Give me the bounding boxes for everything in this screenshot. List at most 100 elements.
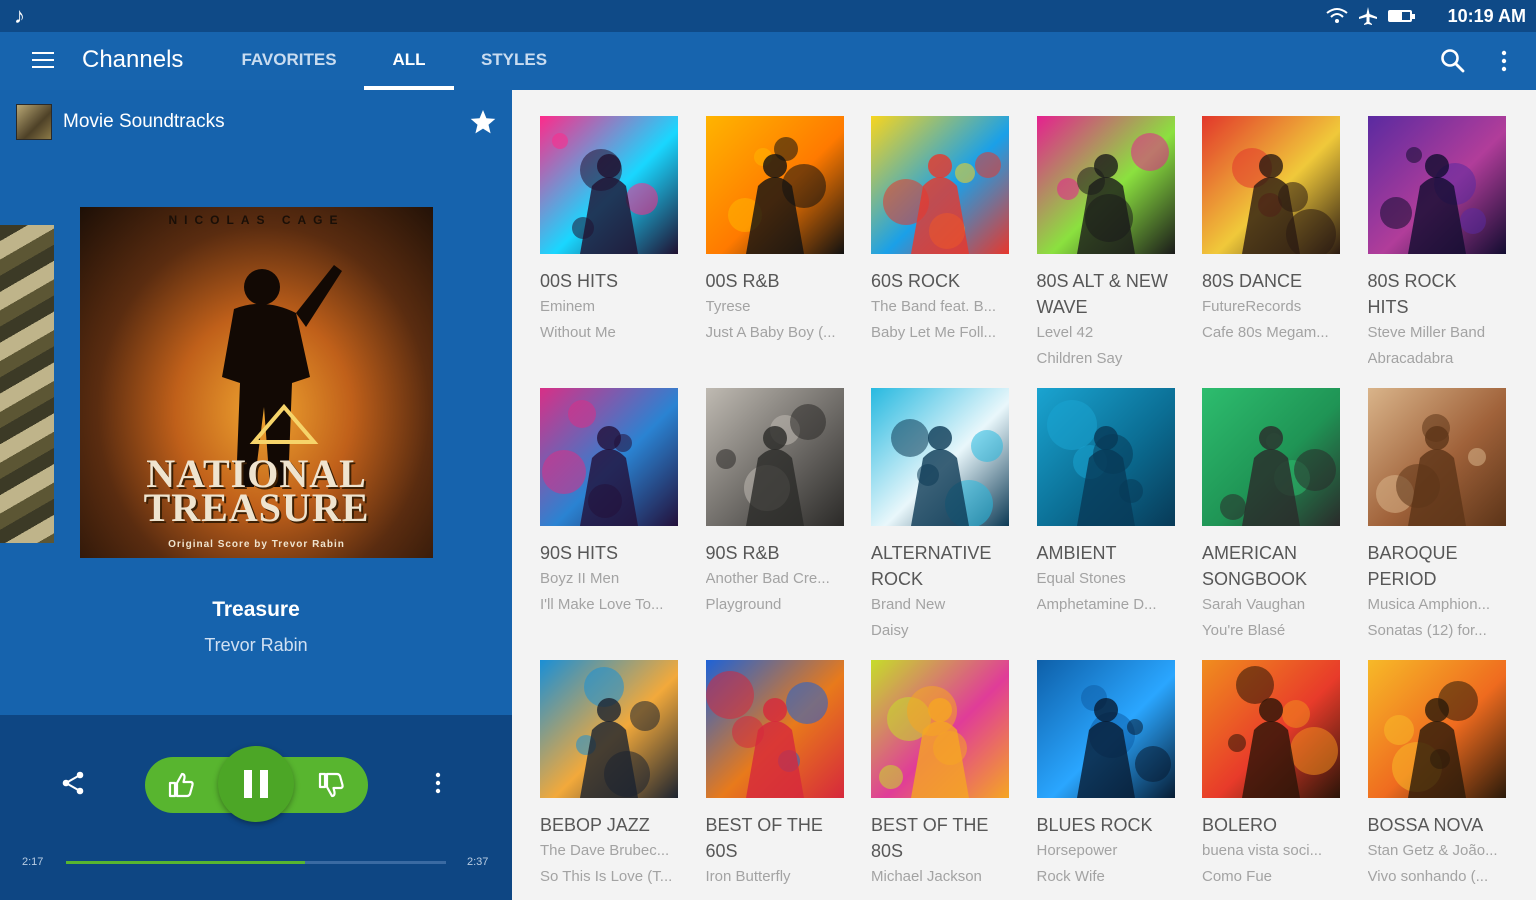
- current-channel-row[interactable]: Movie Soundtracks: [0, 90, 512, 154]
- guitarist-splash-art-figure: [891, 419, 1003, 526]
- pause-button[interactable]: [218, 746, 294, 822]
- elapsed-time: 2:17: [22, 856, 44, 868]
- search-icon[interactable]: [1440, 48, 1466, 74]
- new-wave-zigzag-art-figure: [1056, 133, 1169, 254]
- rnb-silhouette-art: [705, 116, 844, 254]
- crooner-mic-art-figure: [1220, 426, 1336, 526]
- new-wave-zigzag-art: [1036, 116, 1175, 254]
- channel-tile[interactable]: BEBOP JAZZ The Dave Brubec... So This Is L…: [512, 660, 678, 890]
- channel-artist: Boyz II Men: [540, 570, 620, 587]
- channel-tile[interactable]: BOLERO buena vista soci... Como Fue: [1174, 660, 1340, 890]
- favorite-star-icon[interactable]: [469, 108, 497, 136]
- channel-song: Sonatas (12) for...: [1367, 622, 1487, 639]
- grunge-singer-art-figure: [715, 404, 826, 526]
- psychedelic-notes-art: [871, 116, 1009, 254]
- channel-tile[interactable]: 90S HITS Boyz II Men I'll Make Love To...: [512, 388, 678, 618]
- channel-song: Rock Wife: [1036, 868, 1105, 885]
- channel-name: 60S ROCK: [871, 271, 961, 291]
- channel-tile[interactable]: 60S ROCK The Band feat. B... Baby Let Me F…: [843, 116, 1009, 346]
- tab-favorites[interactable]: FAVORITES: [226, 32, 352, 90]
- guitar-silhouettes-art: [1036, 660, 1175, 798]
- channel-artist: Eminem: [540, 298, 596, 315]
- thumbs-up-icon[interactable]: [166, 770, 196, 800]
- retro-circles-art-figure: [1232, 148, 1336, 254]
- channel-tile[interactable]: 90S R&B Another Bad Cre... Playground: [678, 388, 844, 618]
- channel-name: BEST OF THE 60S: [705, 815, 823, 861]
- hamburger-menu-icon[interactable]: [32, 52, 54, 68]
- channel-song: Just A Baby Boy (...: [705, 324, 836, 341]
- disco-speaker-art: [540, 116, 678, 254]
- channel-tile[interactable]: 80S DANCE FutureRecords Cafe 80s Megam...: [1174, 116, 1340, 346]
- more-options-icon[interactable]: [432, 771, 444, 795]
- palm-sunset-art: [1367, 660, 1506, 798]
- tab-styles[interactable]: STYLES: [466, 32, 562, 90]
- vintage-mic-art: [1202, 660, 1340, 798]
- channel-song: Como Fue: [1202, 868, 1273, 885]
- channel-tile[interactable]: BAROQUE PERIOD Musica Amphion... Sonatas (…: [1340, 388, 1506, 644]
- album-art-title-line2: TREASURE: [143, 485, 370, 530]
- tab-all[interactable]: ALL: [364, 32, 454, 90]
- app-bar: Channels FAVORITES ALL STYLES: [0, 32, 1536, 90]
- channel-name: 00S R&B: [705, 271, 780, 291]
- channel-song: Children Say: [1036, 350, 1123, 367]
- channel-artist: The Band feat. B...: [871, 298, 997, 315]
- channel-artist: Brand New: [871, 596, 946, 613]
- album-art-top-text: NICOLAS CAGE: [168, 213, 345, 227]
- status-bar: ♪ 10:19 AM: [0, 0, 1536, 32]
- violin-parchment-art-figure: [1375, 414, 1486, 526]
- cassette-tape-art: [871, 660, 1009, 798]
- channel-name: 80S ALT & NEW WAVE: [1036, 271, 1168, 317]
- channel-name: 80S DANCE: [1202, 271, 1303, 291]
- channel-artist: Michael Jackson: [871, 868, 982, 885]
- channel-thumbnail: [16, 104, 52, 140]
- blue-cube-art: [1036, 388, 1175, 526]
- channel-song: Cafe 80s Megam...: [1202, 324, 1329, 341]
- channel-song: Amphetamine D...: [1036, 596, 1157, 613]
- channel-tile[interactable]: 80S ALT & NEW WAVE Level 42 Children Say: [1009, 116, 1175, 372]
- channel-name: AMBIENT: [1036, 543, 1117, 563]
- channel-artist: Musica Amphion...: [1367, 596, 1491, 613]
- channel-tile[interactable]: BEST OF THE 80S Michael Jackson: [843, 660, 1009, 890]
- channel-tile[interactable]: BOSSA NOVA Stan Getz & João... Vivo sonhan…: [1340, 660, 1506, 890]
- channel-tile[interactable]: BLUES ROCK Horsepower Rock Wife: [1009, 660, 1175, 890]
- rock-crowd-art-figure: [1379, 147, 1486, 254]
- rock-crowd-art: [1367, 116, 1506, 254]
- channel-tile[interactable]: ALTERNATIVE ROCK Brand New Daisy: [843, 388, 1009, 644]
- channel-name: BOSSA NOVA: [1367, 815, 1484, 835]
- channel-artist: Sarah Vaughan: [1202, 596, 1306, 613]
- blue-cube-art-figure: [1046, 400, 1143, 526]
- album-art: NICOLAS CAGE NATIONAL TREASURE Original …: [80, 207, 433, 558]
- mirror-ball-art-figure: [542, 400, 638, 526]
- guitarist-splash-art: [871, 388, 1009, 526]
- disco-speaker-art-figure: [552, 133, 658, 254]
- mirror-ball-art: [540, 388, 678, 526]
- retro-circles-art: [1202, 116, 1340, 254]
- channel-name: ALTERNATIVE ROCK: [871, 543, 992, 589]
- overflow-menu-icon[interactable]: [1498, 50, 1510, 72]
- player-controls: 2:17 2:37: [0, 715, 512, 900]
- channel-song: I'll Make Love To...: [540, 596, 664, 613]
- channel-grid: 00S HITS Eminem Without Me 00S R&B Tyrese Jus…: [512, 90, 1536, 900]
- crooner-mic-art: [1202, 388, 1340, 526]
- channel-tile[interactable]: AMBIENT Equal Stones Amphetamine D...: [1009, 388, 1175, 618]
- share-icon[interactable]: [60, 770, 86, 796]
- channel-name: BOLERO: [1202, 815, 1278, 835]
- status-time: 10:19 AM: [1447, 6, 1526, 26]
- previous-album-art[interactable]: [0, 225, 54, 543]
- channel-tile[interactable]: AMERICAN SONGBOOK Sarah Vaughan You're Bla…: [1174, 388, 1340, 644]
- channel-song: Baby Let Me Foll...: [871, 324, 997, 341]
- thumbs-down-icon[interactable]: [316, 770, 346, 800]
- channel-artist: Level 42: [1036, 324, 1094, 341]
- channel-tile[interactable]: 00S R&B Tyrese Just A Baby Boy (...: [678, 116, 844, 346]
- total-time: 2:37: [467, 856, 489, 868]
- channel-artist: Stan Getz & João...: [1367, 842, 1498, 859]
- channel-tile[interactable]: BEST OF THE 60S Iron Butterfly: [678, 660, 844, 890]
- cassette-tape-art-figure: [879, 686, 969, 798]
- channel-tile[interactable]: 00S HITS Eminem Without Me: [512, 116, 678, 346]
- progress-bar[interactable]: [66, 861, 446, 864]
- channel-tile[interactable]: 80S ROCK HITS Steve Miller Band Abracadabr…: [1340, 116, 1506, 372]
- channel-name: 00S HITS: [540, 271, 619, 291]
- channel-name: AMERICAN SONGBOOK: [1202, 543, 1308, 589]
- violin-parchment-art: [1367, 388, 1506, 526]
- wifi-icon: [1326, 8, 1348, 23]
